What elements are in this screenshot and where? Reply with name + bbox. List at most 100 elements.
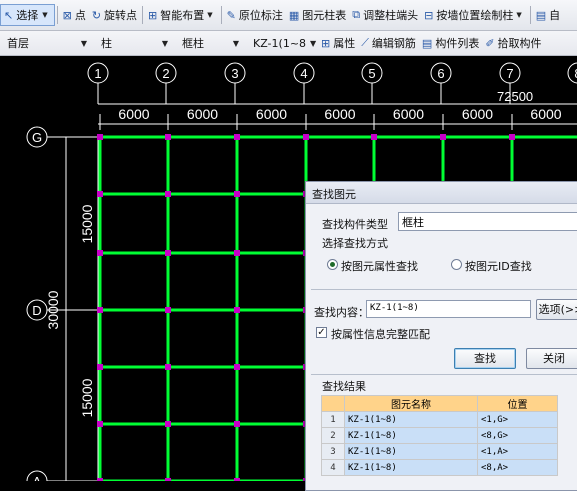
axis-label-2: 2 bbox=[162, 66, 169, 81]
by-attribute-radio[interactable] bbox=[327, 259, 338, 270]
element-column-table-button[interactable]: ▦ 图元柱表 bbox=[286, 4, 349, 26]
vertical-total-dimension-label: 30000 bbox=[45, 290, 61, 329]
wall-position-draw-column-button[interactable]: ⊟ 按墙位置绘制柱 ▼ bbox=[421, 4, 528, 26]
rebar-icon: ⟋ bbox=[361, 36, 369, 49]
table-icon: ▦ bbox=[288, 8, 300, 22]
table-row[interactable]: 3 KZ-1(1~8) <1,A> bbox=[321, 443, 558, 460]
adjust-column-end-button[interactable]: ⧉ 调整柱端头 bbox=[349, 4, 421, 26]
select-button[interactable]: ↖ 选择 ▼ bbox=[0, 4, 55, 26]
column-marker bbox=[165, 307, 171, 313]
span-dimension-label: 6000 bbox=[118, 106, 149, 122]
axis-label-7: 7 bbox=[506, 66, 513, 81]
close-button[interactable]: 关闭 bbox=[526, 348, 577, 369]
chevron-down-icon: ▼ bbox=[207, 11, 213, 19]
auto-icon: ▤ bbox=[535, 8, 547, 22]
chevron-down-icon: ▼ bbox=[161, 38, 168, 48]
column-marker bbox=[234, 250, 240, 256]
point-icon: ⊠ bbox=[62, 8, 72, 22]
vertical-dimension-label: 15000 bbox=[79, 378, 95, 417]
total-width-label: 72500 bbox=[497, 89, 533, 104]
search-method-label: 选择查找方式 bbox=[322, 237, 388, 250]
span-dimension-label: 6000 bbox=[462, 106, 493, 122]
full-match-checkbox[interactable]: ✓ bbox=[316, 327, 327, 338]
edit-rebar-button[interactable]: ⟋ 编辑钢筋 bbox=[358, 32, 419, 54]
results-label: 查找结果 bbox=[322, 380, 366, 393]
properties-button[interactable]: ⊞ 属性 bbox=[318, 32, 358, 54]
span-dimension-label: 6000 bbox=[393, 106, 424, 122]
point-button[interactable]: ⊠ 点 bbox=[60, 4, 89, 26]
grid-icon: ⊞ bbox=[148, 8, 158, 22]
axis-label-4: 4 bbox=[300, 66, 307, 81]
column-marker bbox=[165, 191, 171, 197]
column-marker bbox=[165, 134, 171, 140]
chevron-down-icon: ▼ bbox=[310, 38, 317, 48]
column-marker bbox=[165, 421, 171, 427]
by-attribute-label: 按图元属性查找 bbox=[341, 260, 418, 273]
axis-label-G: G bbox=[32, 130, 42, 145]
chevron-down-icon: ▼ bbox=[516, 11, 522, 19]
column-marker bbox=[97, 250, 103, 256]
divider bbox=[311, 374, 577, 375]
property-toolbar: 首层 ▼ 柱 ▼ 框柱 ▼ KZ-1(1~8 ▼ ⊞ 属性 ⟋ 编辑钢筋 ▤ 构件列表 ✐ 拾取… bbox=[0, 31, 577, 56]
axis-label-6: 6 bbox=[437, 66, 444, 81]
axis-label-A: A bbox=[33, 474, 42, 481]
column-marker bbox=[97, 364, 103, 370]
type-select[interactable]: 框柱 ▼ bbox=[178, 34, 243, 53]
find-button[interactable]: 查找 bbox=[454, 348, 516, 369]
dialog-title: 查找图元 bbox=[306, 182, 577, 204]
table-row[interactable]: 2 KZ-1(1~8) <8,G> bbox=[321, 427, 558, 444]
chevron-down-icon[interactable]: ▼ bbox=[42, 11, 47, 19]
column-marker bbox=[234, 364, 240, 370]
cursor-icon: ↖ bbox=[4, 8, 14, 22]
component-list-button[interactable]: ▤ 构件列表 bbox=[419, 32, 482, 54]
by-id-radio[interactable] bbox=[451, 259, 462, 270]
in-place-label-button[interactable]: ✎ 原位标注 bbox=[224, 4, 286, 26]
properties-icon: ⊞ bbox=[321, 36, 331, 50]
component-select[interactable]: KZ-1(1~8 ▼ bbox=[249, 34, 317, 53]
column-marker bbox=[165, 250, 171, 256]
separator bbox=[56, 6, 58, 24]
position-column-header: 位置 bbox=[477, 395, 558, 412]
component-type-label: 查找构件类型 bbox=[322, 218, 388, 231]
column-marker bbox=[97, 307, 103, 313]
component-type-select[interactable]: 框柱 bbox=[398, 212, 577, 231]
smart-layout-button[interactable]: ⊞ 智能布置 ▼ bbox=[145, 4, 219, 26]
pick-component-button[interactable]: ✐ 拾取构件 bbox=[482, 32, 544, 54]
floor-select[interactable]: 首层 ▼ bbox=[3, 34, 91, 53]
separator bbox=[529, 6, 531, 24]
column-marker bbox=[234, 421, 240, 427]
options-button[interactable]: 选项(>> bbox=[536, 299, 577, 320]
table-row[interactable]: 4 KZ-1(1~8) <8,A> bbox=[321, 459, 558, 476]
table-row[interactable]: 1 KZ-1(1~8) <1,G> bbox=[321, 411, 558, 428]
column-marker bbox=[97, 421, 103, 427]
by-id-label: 按图元ID查找 bbox=[465, 260, 532, 273]
axis-label-1: 1 bbox=[94, 66, 101, 81]
rotate-icon: ↻ bbox=[91, 8, 102, 22]
list-icon: ▤ bbox=[421, 36, 433, 50]
separator bbox=[142, 6, 144, 24]
column-marker bbox=[509, 134, 515, 140]
adjust-icon: ⧉ bbox=[352, 8, 361, 21]
span-dimension-label: 6000 bbox=[324, 106, 355, 122]
axis-label-5: 5 bbox=[368, 66, 375, 81]
span-dimension-label: 6000 bbox=[187, 106, 218, 122]
auto-button[interactable]: ▤ 自 bbox=[533, 4, 563, 26]
column-marker bbox=[440, 134, 446, 140]
column-marker bbox=[97, 134, 103, 140]
rotate-point-button[interactable]: ↻ 旋转点 bbox=[89, 4, 140, 26]
column-marker bbox=[165, 364, 171, 370]
category-select[interactable]: 柱 ▼ bbox=[97, 34, 172, 53]
full-match-label: 按属性信息完整匹配 bbox=[331, 328, 430, 341]
row-number-header bbox=[321, 395, 345, 412]
search-content-label: 查找内容： bbox=[314, 306, 369, 319]
column-marker bbox=[97, 191, 103, 197]
column-marker bbox=[303, 134, 309, 140]
span-dimension-label: 6000 bbox=[530, 106, 561, 122]
wall-column-icon: ⊟ bbox=[424, 8, 434, 22]
find-element-dialog: 查找图元 查找构件类型 框柱 选择查找方式 按图元属性查找 按图元ID查找 查找… bbox=[305, 181, 577, 491]
search-content-input[interactable]: KZ-1(1~8) bbox=[366, 300, 531, 318]
separator bbox=[220, 6, 222, 24]
main-toolbar: ↖ 选择 ▼ ⊠ 点 ↻ 旋转点 ⊞ 智能布置 ▼ ✎ 原位标注 ▦ 图元柱表 ⧉ 调整柱端头 ⊟… bbox=[0, 0, 577, 31]
column-marker bbox=[371, 134, 377, 140]
column-marker bbox=[234, 134, 240, 140]
